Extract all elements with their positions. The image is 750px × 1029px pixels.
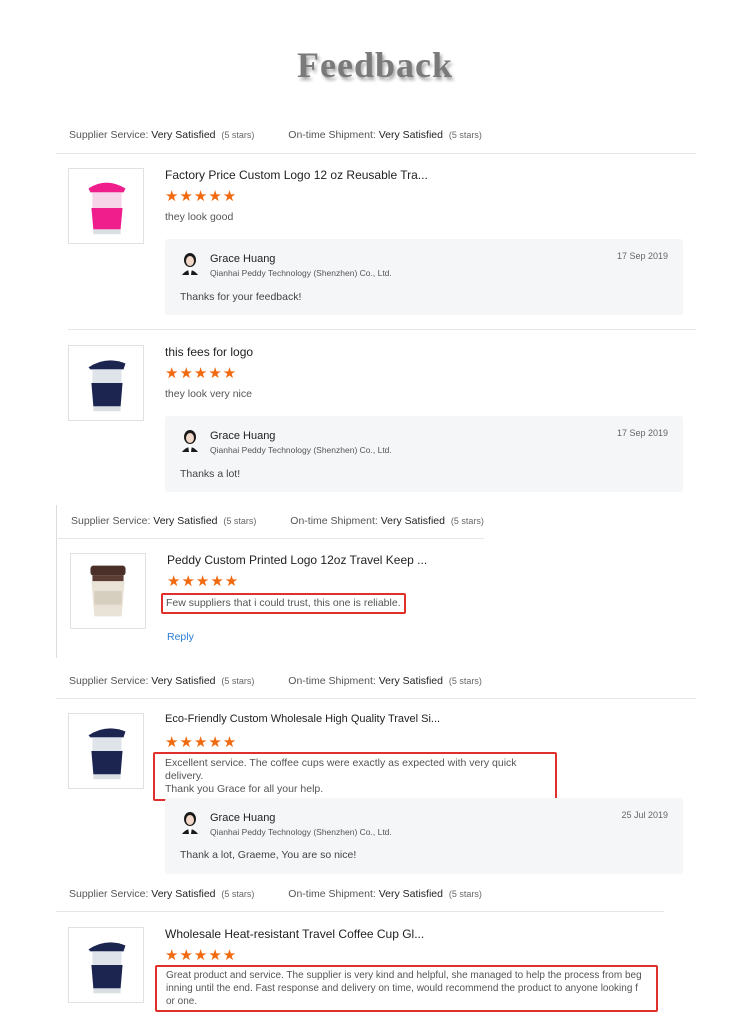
- product-title[interactable]: Wholesale Heat-resistant Travel Coffee C…: [165, 927, 424, 941]
- product-title[interactable]: Peddy Custom Printed Logo 12oz Travel Ke…: [167, 553, 427, 567]
- reply-message: Thanks for your feedback!: [180, 291, 302, 303]
- product-thumbnail[interactable]: [68, 713, 144, 789]
- supplier-reply: Grace Huang Qianhai Peddy Technology (Sh…: [165, 798, 683, 874]
- comment-line: or one.: [166, 996, 198, 1007]
- reply-date: 25 Jul 2019: [621, 810, 668, 820]
- navy-cup-icon: [88, 942, 126, 994]
- review-comment: Great product and service. The supplier …: [155, 965, 658, 1012]
- product-title[interactable]: Eco-Friendly Custom Wholesale High Quali…: [165, 713, 440, 725]
- panel-border: [56, 505, 57, 658]
- divider: [58, 538, 484, 539]
- comment-line: Excellent service. The coffee cups were …: [165, 757, 517, 782]
- rating-stars: ★★★★★: [165, 734, 238, 751]
- keepcup-icon: [90, 565, 126, 617]
- shipment-stars: (5 stars): [448, 676, 482, 686]
- supplier-service-label: Supplier Service:: [69, 675, 149, 687]
- reply-author: Grace Huang: [210, 812, 276, 824]
- shipment-stars: (5 stars): [448, 130, 482, 140]
- navy-cup-icon: [88, 360, 126, 412]
- comment-line: Thank you Grace for all your help.: [165, 783, 324, 795]
- comment-line: Great product and service. The supplier …: [166, 970, 642, 981]
- shipment-value: Very Satisfied: [380, 515, 445, 527]
- review-comment: they look very nice: [165, 388, 252, 400]
- shipment-label: On-time Shipment:: [288, 129, 376, 141]
- supplier-service-value: Very Satisfied: [151, 888, 216, 900]
- rating-stars: ★★★★★: [165, 365, 238, 382]
- comment-line: inning until the end. Fast response and …: [166, 983, 638, 994]
- shipment-value: Very Satisfied: [378, 675, 443, 687]
- supplier-service-stars: (5 stars): [221, 676, 255, 686]
- shipment-stars: (5 stars): [450, 516, 484, 526]
- supplier-service-label: Supplier Service:: [69, 129, 149, 141]
- product-thumbnail[interactable]: [68, 168, 144, 244]
- supplier-reply: Grace Huang Qianhai Peddy Technology (Sh…: [165, 239, 683, 315]
- supplier-service-label: Supplier Service:: [71, 515, 151, 527]
- divider: [68, 329, 696, 330]
- shipment-value: Very Satisfied: [378, 888, 443, 900]
- avatar: [182, 430, 198, 452]
- supplier-service-stars: (5 stars): [223, 516, 257, 526]
- reply-message: Thank a lot, Graeme, You are so nice!: [180, 849, 357, 861]
- rating-stars: ★★★★★: [167, 573, 240, 590]
- shipment-value: Very Satisfied: [378, 129, 443, 141]
- avatar: [182, 253, 198, 275]
- shipment-label: On-time Shipment:: [290, 515, 378, 527]
- supplier-service-value: Very Satisfied: [151, 675, 216, 687]
- product-title[interactable]: this fees for logo: [165, 345, 253, 359]
- supplier-reply: Grace Huang Qianhai Peddy Technology (Sh…: [165, 416, 683, 492]
- supplier-service-label: Supplier Service:: [69, 888, 149, 900]
- avatar: [182, 812, 198, 834]
- reply-company: Qianhai Peddy Technology (Shenzhen) Co.,…: [210, 268, 392, 278]
- review-comment: they look good: [165, 211, 234, 223]
- supplier-service-stars: (5 stars): [221, 130, 255, 140]
- reply-link[interactable]: Reply: [167, 631, 194, 643]
- reply-date: 17 Sep 2019: [616, 428, 668, 438]
- product-thumbnail[interactable]: [70, 553, 146, 629]
- pink-cup-icon: [88, 182, 126, 235]
- shipment-label: On-time Shipment:: [288, 888, 376, 900]
- reply-company: Qianhai Peddy Technology (Shenzhen) Co.,…: [210, 827, 392, 837]
- rating-summary: Supplier Service: Very Satisfied (5 star…: [56, 884, 696, 904]
- product-thumbnail[interactable]: [68, 345, 144, 421]
- rating-stars: ★★★★★: [165, 188, 238, 205]
- divider: [56, 153, 696, 154]
- supplier-service-stars: (5 stars): [221, 889, 255, 899]
- product-thumbnail[interactable]: [68, 927, 144, 1003]
- shipment-stars: (5 stars): [448, 889, 482, 899]
- page-title: Feedback: [297, 45, 453, 85]
- review-comment: Excellent service. The coffee cups were …: [153, 752, 557, 801]
- rating-summary: Supplier Service: Very Satisfied (5 star…: [56, 125, 696, 145]
- reply-author: Grace Huang: [210, 430, 276, 442]
- review-comment: Few suppliers that i could trust, this o…: [161, 593, 406, 614]
- divider: [56, 698, 696, 699]
- reply-message: Thanks a lot!: [180, 468, 241, 480]
- supplier-service-value: Very Satisfied: [151, 129, 216, 141]
- supplier-service-value: Very Satisfied: [153, 515, 218, 527]
- divider: [56, 911, 664, 912]
- rating-summary: Supplier Service: Very Satisfied (5 star…: [58, 511, 698, 531]
- reply-date: 17 Sep 2019: [616, 251, 668, 261]
- product-title[interactable]: Factory Price Custom Logo 12 oz Reusable…: [165, 168, 428, 182]
- reply-author: Grace Huang: [210, 253, 276, 265]
- reply-company: Qianhai Peddy Technology (Shenzhen) Co.,…: [210, 445, 392, 455]
- rating-stars: ★★★★★: [165, 947, 238, 964]
- navy-cup-icon: [88, 728, 126, 780]
- shipment-label: On-time Shipment:: [288, 675, 376, 687]
- rating-summary: Supplier Service: Very Satisfied (5 star…: [56, 671, 696, 691]
